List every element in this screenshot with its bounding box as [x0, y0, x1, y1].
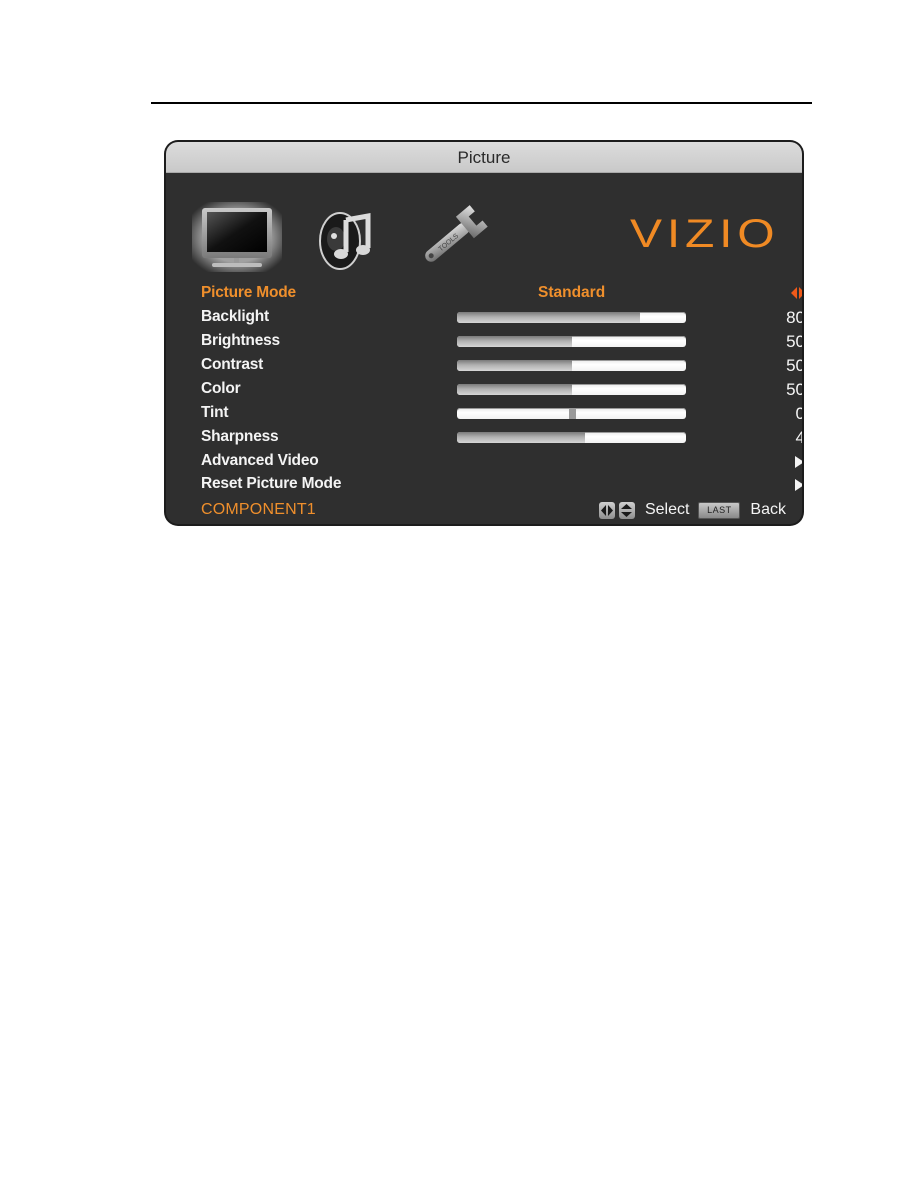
- menu-item-color[interactable]: Color 50: [201, 378, 802, 400]
- tab-tools[interactable]: TOOLS: [412, 204, 492, 270]
- color-slider[interactable]: [457, 384, 686, 395]
- up-down-key-icon: [618, 501, 635, 519]
- slider-fill: [457, 360, 572, 371]
- menu-item-tint[interactable]: Tint 0: [201, 402, 802, 424]
- menu-item-label: Backlight: [201, 308, 269, 325]
- picture-mode-value: Standard: [538, 284, 606, 301]
- contrast-value: 50: [786, 356, 802, 375]
- slider-fill: [457, 312, 641, 323]
- footer-hints: Select LAST Back: [598, 499, 786, 521]
- menu-item-label: Color: [201, 380, 241, 397]
- tint-slider[interactable]: [457, 408, 686, 419]
- speaker-music-icon: [319, 212, 371, 270]
- tv-icon: [192, 202, 282, 272]
- sharpness-value: 4: [795, 428, 802, 447]
- slider-fill: [457, 432, 586, 443]
- menu-item-backlight[interactable]: Backlight 80: [201, 306, 802, 328]
- wrench-tools-icon: TOOLS: [425, 205, 488, 262]
- slider-fill: [457, 336, 572, 347]
- menu-item-label: Brightness: [201, 332, 280, 349]
- tab-picture[interactable]: [192, 202, 282, 272]
- sharpness-slider[interactable]: [457, 432, 686, 443]
- menu-item-sharpness[interactable]: Sharpness 4: [201, 426, 802, 448]
- back-hint: Back: [750, 501, 786, 518]
- menu-title: Picture: [166, 142, 802, 173]
- last-key-icon: LAST: [698, 501, 741, 519]
- backlight-value: 80: [786, 308, 802, 327]
- input-source-label: COMPONENT1: [201, 501, 316, 518]
- menu-item-advanced-video[interactable]: Advanced Video: [201, 450, 802, 472]
- menu-item-label: Contrast: [201, 356, 264, 373]
- slider-marker[interactable]: [568, 408, 576, 419]
- submenu-arrow-icon: [795, 456, 802, 468]
- tint-value: 0: [795, 404, 802, 423]
- backlight-slider[interactable]: [457, 312, 686, 323]
- vizio-logo: VIZIO: [630, 212, 780, 256]
- brightness-slider[interactable]: [457, 336, 686, 347]
- menu-item-brightness[interactable]: Brightness 50: [201, 330, 802, 352]
- menu-item-label: Tint: [201, 404, 229, 421]
- submenu-arrow-icon: [795, 479, 802, 491]
- menu-item-contrast[interactable]: Contrast 50: [201, 354, 802, 376]
- menu-item-reset-picture-mode[interactable]: Reset Picture Mode: [201, 473, 802, 495]
- page-header-rule: [151, 102, 812, 104]
- slider-fill: [457, 384, 572, 395]
- menu-item-label: Advanced Video: [201, 452, 319, 469]
- menu-item-label: Sharpness: [201, 428, 279, 445]
- menu-item-label: Reset Picture Mode: [201, 475, 342, 492]
- menu-item-picture-mode[interactable]: Picture Mode Standard: [201, 282, 802, 304]
- tab-audio[interactable]: [316, 206, 376, 272]
- contrast-slider[interactable]: [457, 360, 686, 371]
- picture-menu-panel: Picture TOOLS VIZIO Picture Mode Standar…: [166, 142, 802, 524]
- menu-item-label: Picture Mode: [201, 284, 296, 301]
- left-right-arrows-icon[interactable]: [791, 287, 802, 299]
- select-hint: Select: [644, 501, 690, 518]
- color-value: 50: [786, 380, 802, 399]
- left-right-key-icon: [598, 501, 615, 519]
- brightness-value: 50: [786, 332, 802, 351]
